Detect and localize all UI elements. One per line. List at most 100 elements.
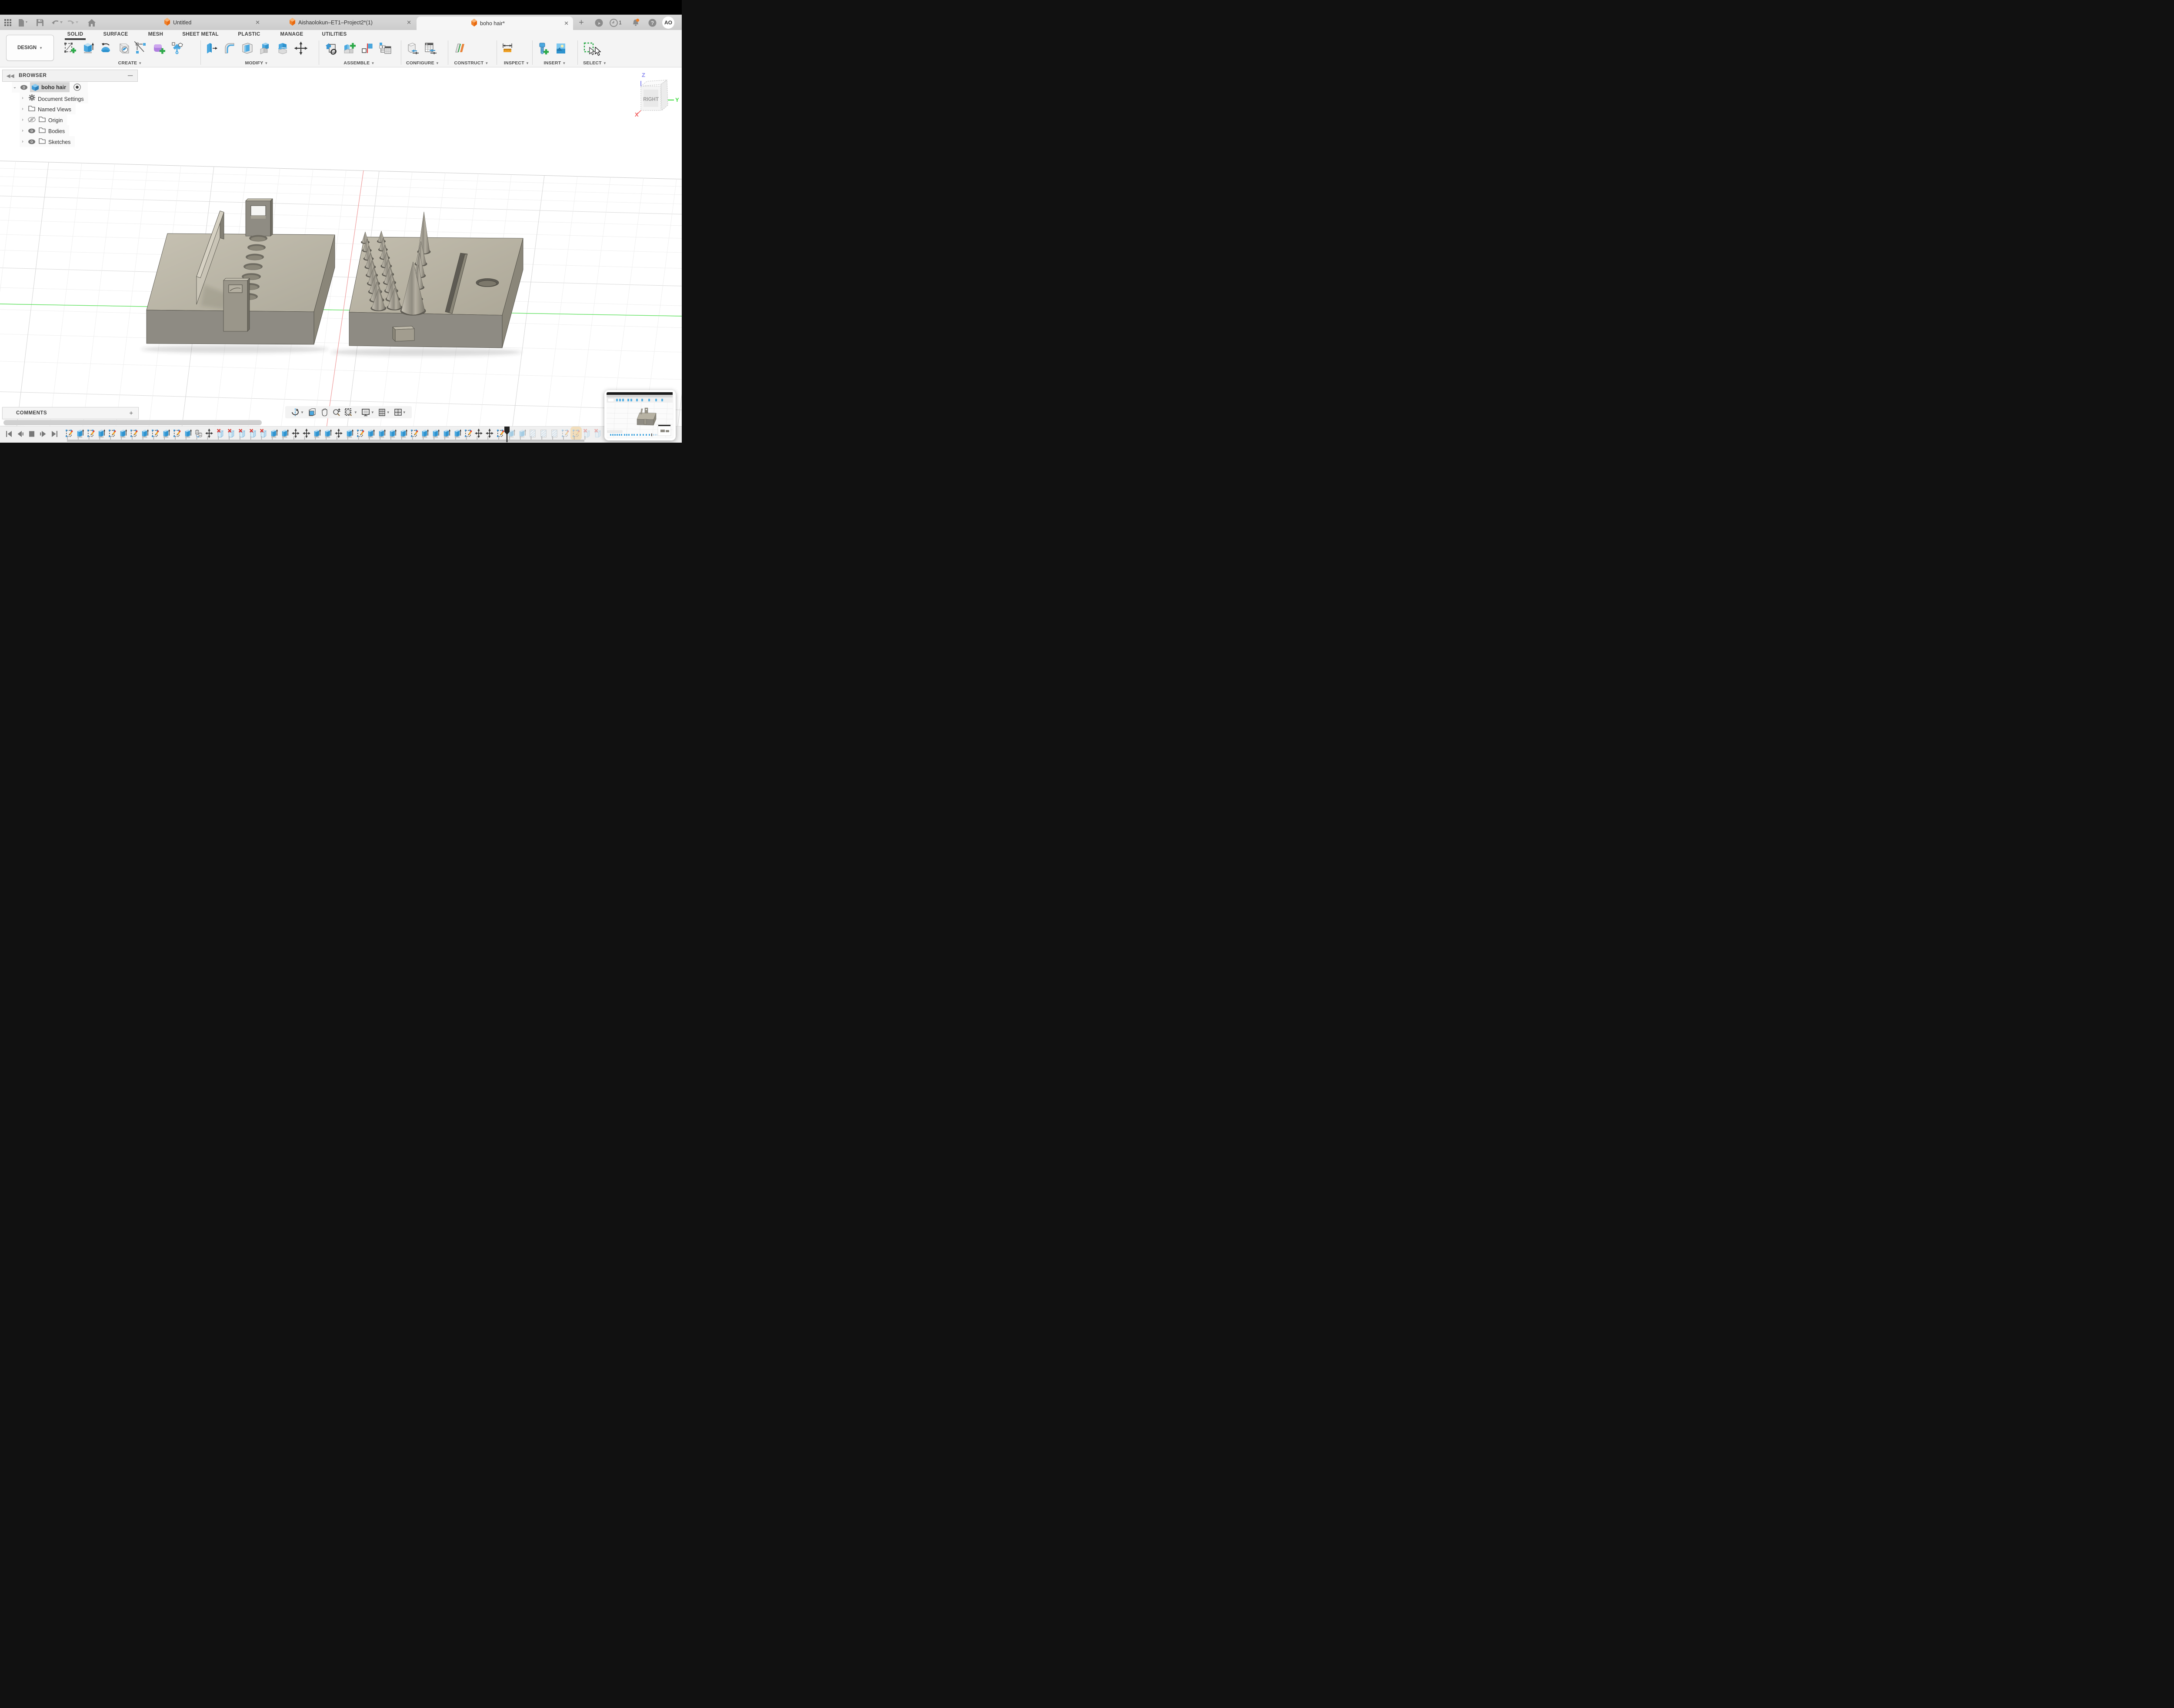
chevron-down-icon[interactable]: ▼ — [354, 410, 357, 414]
timeline-feature-extrude[interactable] — [97, 428, 105, 438]
look-at-icon[interactable] — [308, 408, 316, 416]
timeline-feature-error[interactable] — [227, 428, 235, 438]
new-file-icon[interactable] — [18, 15, 28, 30]
timeline-feature-error[interactable] — [238, 428, 246, 438]
ribbon-tab-solid[interactable]: SOLID — [67, 30, 83, 39]
screenshare-thumbnail[interactable] — [604, 390, 676, 440]
minimize-icon[interactable]: — — [128, 73, 133, 78]
ribbon-tab-manage[interactable]: MANAGE — [280, 30, 303, 39]
group-label-select[interactable]: SELECT ▼ — [580, 60, 610, 66]
chevron-down-icon[interactable]: ▼ — [403, 410, 406, 414]
group-label-configure[interactable]: CONFIGURE ▼ — [403, 60, 442, 66]
rectangular-pattern-icon[interactable] — [132, 40, 150, 57]
timeline-feature-extrude[interactable] — [432, 428, 440, 438]
display-settings-icon[interactable]: ▼ — [362, 409, 374, 416]
construction-plane-icon[interactable] — [450, 40, 468, 57]
add-comment-icon[interactable]: + — [129, 410, 133, 417]
expander-icon[interactable]: › — [20, 107, 26, 111]
viewports-icon[interactable]: ▼ — [394, 409, 406, 416]
body-right-mold[interactable] — [349, 212, 523, 348]
timeline-feature-extrude[interactable] — [141, 428, 149, 438]
measure-icon[interactable] — [498, 40, 516, 57]
pan-icon[interactable] — [320, 408, 328, 416]
browser-item-sketches[interactable]: ›Sketches — [2, 136, 138, 147]
revolve-icon[interactable] — [97, 40, 114, 57]
avatar[interactable]: AO — [662, 15, 675, 30]
press-pull-icon[interactable] — [203, 40, 220, 57]
timeline-feature-move[interactable] — [292, 428, 300, 438]
timeline-feature-sketch[interactable] — [173, 428, 181, 438]
parts-list-icon[interactable] — [376, 40, 394, 57]
close-icon[interactable]: ✕ — [255, 19, 260, 26]
step-back-button[interactable] — [15, 429, 26, 439]
timeline-feature-extrude[interactable] — [378, 428, 386, 438]
joint-icon[interactable] — [358, 40, 376, 57]
timeline-feature-extrude[interactable] — [453, 428, 461, 438]
timeline-feature-error[interactable] — [259, 428, 267, 438]
group-label-insert[interactable]: INSERT ▼ — [534, 60, 576, 66]
activate-component-radio[interactable] — [73, 83, 82, 91]
timeline-feature-extrude[interactable] — [270, 428, 278, 438]
fit-icon[interactable]: ▼ — [345, 408, 357, 416]
browser-item-named-views[interactable]: ›Named Views — [2, 103, 138, 114]
group-label-create[interactable]: CREATE ▼ — [61, 60, 199, 66]
split-body-icon[interactable] — [274, 40, 292, 57]
insert-canvas-icon[interactable] — [552, 40, 570, 57]
expander-icon[interactable]: › — [20, 96, 26, 100]
timeline-feature-move[interactable] — [303, 428, 310, 438]
combine-icon[interactable] — [256, 40, 274, 57]
expander-icon[interactable]: ⌄ — [12, 85, 18, 90]
timeline-feature-extrude[interactable] — [324, 428, 332, 438]
orbit-icon[interactable]: ▼ — [291, 408, 304, 416]
create-form-icon[interactable] — [150, 40, 168, 57]
timeline-feature-extrude[interactable] — [400, 428, 407, 438]
timeline-feature-suppressed[interactable] — [550, 428, 558, 438]
insert-fastener-icon[interactable] — [534, 40, 552, 57]
expander-icon[interactable]: › — [20, 128, 26, 133]
job-status-icon[interactable]: 1 — [608, 15, 624, 30]
timeline-feature-extrude[interactable] — [162, 428, 170, 438]
timeline-feature-sketch[interactable] — [65, 428, 73, 438]
browser-item-boho-hair[interactable]: ⌄boho hair — [2, 82, 138, 93]
timeline-feature-sketch[interactable] — [130, 428, 138, 438]
close-icon[interactable]: ✕ — [564, 20, 569, 27]
timeline-feature-extrude[interactable] — [313, 428, 321, 438]
timeline-feature-extrude[interactable] — [119, 428, 127, 438]
insert-derive-icon[interactable] — [323, 40, 340, 57]
timeline-feature-extrude[interactable] — [184, 428, 192, 438]
timeline-feature-move[interactable] — [205, 428, 213, 438]
timeline-feature-pattern[interactable] — [195, 428, 203, 438]
new-component-icon[interactable] — [340, 40, 358, 57]
timeline-feature-extrude[interactable] — [346, 428, 353, 438]
group-label-modify[interactable]: MODIFY ▼ — [203, 60, 310, 66]
grid-snap-icon[interactable]: ▼ — [379, 409, 390, 416]
fillet-icon[interactable] — [220, 40, 238, 57]
configuration-icon[interactable] — [403, 40, 421, 57]
expander-icon[interactable]: › — [20, 139, 26, 144]
ribbon-tab-mesh[interactable]: MESH — [148, 30, 163, 39]
group-label-inspect[interactable]: INSPECT ▼ — [498, 60, 535, 66]
timeline-feature-extrude[interactable] — [443, 428, 450, 438]
ribbon-tab-utilities[interactable]: UTILITIES — [322, 30, 347, 39]
timeline-feature-sketch[interactable] — [410, 428, 418, 438]
timeline-feature-error[interactable] — [583, 428, 590, 438]
timeline-feature-sketch[interactable] — [151, 428, 159, 438]
timeline-feature-sketch[interactable] — [108, 428, 116, 438]
comments-bar[interactable]: COMMENTS + — [2, 407, 139, 419]
timeline-feature-move[interactable] — [486, 428, 493, 438]
timeline-feature-suppressed[interactable] — [529, 428, 537, 438]
timeline-feature-extrude[interactable] — [76, 428, 84, 438]
ribbon-tab-plastic[interactable]: PLASTIC — [238, 30, 260, 39]
browser-item-bodies[interactable]: ›Bodies — [2, 125, 138, 136]
go-to-start-button[interactable] — [3, 429, 15, 439]
chevron-down-icon[interactable]: ▼ — [387, 410, 390, 414]
chevron-down-icon[interactable]: ▼ — [371, 410, 374, 414]
undo-icon[interactable] — [51, 15, 63, 30]
eye-icon[interactable] — [20, 85, 28, 90]
timeline-feature-extrude[interactable] — [518, 428, 526, 438]
ribbon-tab-surface[interactable]: SURFACE — [103, 30, 128, 39]
expander-icon[interactable]: › — [20, 117, 26, 122]
home-icon[interactable] — [88, 15, 96, 30]
notifications-bell-icon[interactable] — [630, 15, 641, 30]
step-forward-button[interactable] — [37, 429, 49, 439]
